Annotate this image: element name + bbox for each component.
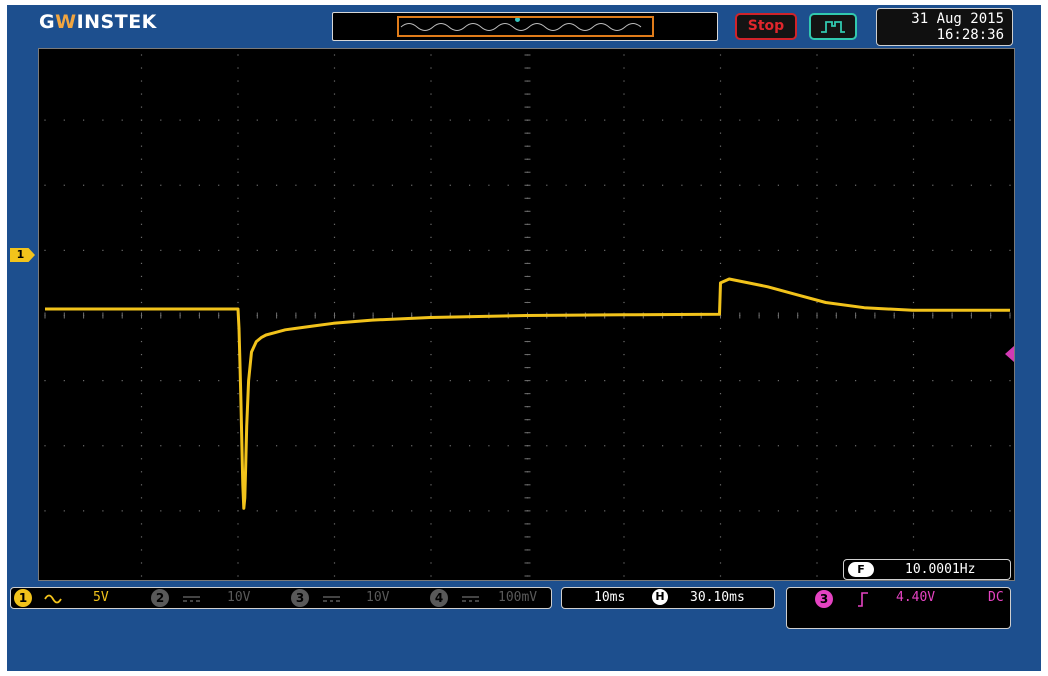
trigger-source-badge: 3 <box>815 590 833 608</box>
timebase-scale[interactable]: 10ms <box>594 589 625 607</box>
channel-1-scale[interactable]: 5V <box>93 589 109 607</box>
oscilloscope-screen: GWINSTEK Stop 31 Aug 2015 16:28:36 1 F 1… <box>7 5 1041 671</box>
dc-coupling-icon <box>462 596 479 602</box>
channel-1-badge[interactable]: 1 <box>14 589 32 607</box>
ac-coupling-icon <box>44 594 62 604</box>
rising-edge-icon <box>858 592 868 607</box>
frequency-value: 10.0001Hz <box>905 562 976 577</box>
dc-coupling-icon <box>323 596 340 602</box>
trigger-settings[interactable]: 3 4.40V DC <box>786 587 1011 629</box>
channel-3-badge[interactable]: 3 <box>291 589 309 607</box>
channel-4-scale[interactable]: 100mV <box>498 589 537 607</box>
frequency-counter: F 10.0001Hz <box>843 559 1011 580</box>
frequency-icon: F <box>848 562 874 577</box>
dc-coupling-icon <box>183 596 200 602</box>
status-bar: 1 5V 2 10V 3 10V 4 100mV 10ms H 30.10ms … <box>7 585 1041 630</box>
channel-4-badge[interactable]: 4 <box>430 589 448 607</box>
trigger-coupling-value: DC <box>988 590 1004 605</box>
timebase-settings[interactable]: 10ms H 30.10ms <box>561 587 775 609</box>
horizontal-position-value[interactable]: 30.10ms <box>690 589 745 607</box>
channel-3-scale[interactable]: 10V <box>366 589 389 607</box>
trigger-level-value: 4.40V <box>896 590 936 605</box>
channel-settings: 1 5V 2 10V 3 10V 4 100mV <box>10 587 552 609</box>
waveform-plot <box>44 54 1011 577</box>
horizontal-position-icon: H <box>652 589 668 605</box>
waveform-display[interactable] <box>38 48 1015 581</box>
trigger-level-marker[interactable] <box>1005 346 1014 362</box>
channel-2-scale[interactable]: 10V <box>227 589 250 607</box>
channel-2-badge[interactable]: 2 <box>151 589 169 607</box>
channel-1-ground-marker[interactable]: 1 <box>10 248 35 262</box>
